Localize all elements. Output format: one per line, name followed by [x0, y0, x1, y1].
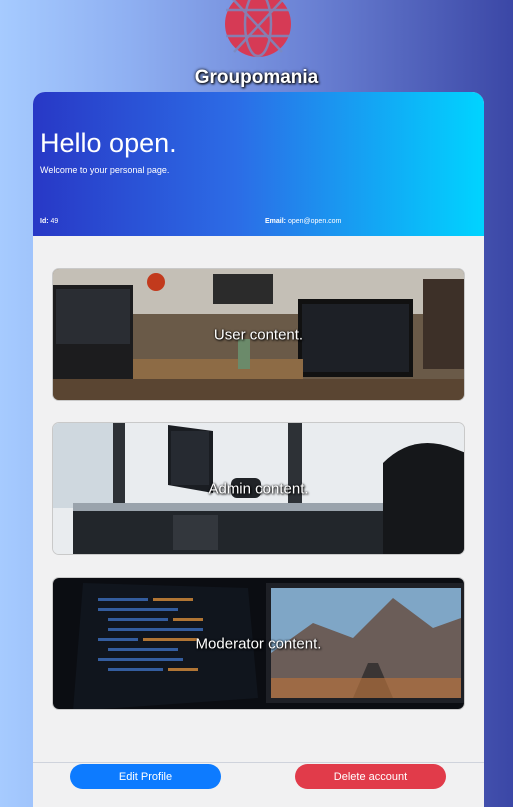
welcome-text: Welcome to your personal page. [40, 165, 170, 175]
user-id: Id: 49 [40, 218, 58, 225]
footer-divider [33, 762, 484, 763]
profile-card: Hello open. Welcome to your personal pag… [33, 92, 484, 807]
brand-name: Groupomania [194, 67, 319, 88]
globe-icon [225, 0, 291, 58]
id-value: 49 [50, 218, 59, 225]
username-text: open. [109, 128, 177, 158]
email-label: Email: [265, 218, 287, 225]
email-value: open@open.com [287, 218, 342, 225]
moderator-content-tile[interactable]: Moderator content. [52, 577, 465, 710]
user-email: Email: open@open.com [265, 218, 341, 225]
delete-account-button[interactable]: Delete account [295, 764, 446, 789]
tile-label: Moderator content. [195, 635, 322, 652]
greeting-heading: Hello open. [40, 128, 177, 159]
profile-hero: Hello open. Welcome to your personal pag… [33, 92, 484, 236]
admin-content-tile[interactable]: Admin content. [52, 422, 465, 555]
id-label: Id: [40, 218, 49, 225]
tile-label: Admin content. [208, 480, 309, 497]
user-content-tile[interactable]: User content. [52, 268, 465, 401]
edit-profile-button[interactable]: Edit Profile [70, 764, 221, 789]
tile-label: User content. [213, 326, 304, 343]
greeting-text: Hello [40, 128, 102, 158]
